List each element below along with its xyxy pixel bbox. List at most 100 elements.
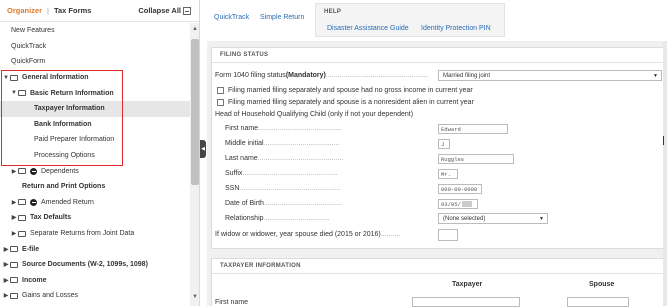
leader-dots: .................................. — [263, 215, 330, 222]
section-title: FILING STATUS — [212, 48, 666, 63]
tree-item-taxpayer-information[interactable]: Taxpayer Information — [0, 100, 190, 117]
caret-right-icon[interactable]: ▶ — [2, 292, 10, 299]
select-value: Married filing joint — [443, 72, 491, 79]
checkbox-row[interactable]: Filing married filing separately and spo… — [217, 99, 474, 106]
field-label: Last name — [225, 155, 258, 162]
main-content: QuickTrack Simple Return HELP Disaster A… — [207, 0, 667, 307]
caret-right-icon[interactable]: ▶ — [10, 214, 18, 221]
tree-scrollbar[interactable]: ▲ ▼ — [190, 23, 199, 306]
suffix-row: Suffix..................................… — [225, 170, 338, 177]
tree-item-label: Paid Preparer Information — [34, 136, 115, 144]
organizer-panel: Organizer | Tax Forms Collapse All New F… — [0, 0, 200, 306]
leader-dots: ....................................... — [263, 140, 340, 147]
chevron-down-icon: ▼ — [653, 73, 658, 79]
tree-item-income[interactable]: ▶ Income — [0, 273, 190, 289]
collapse-all-label: Collapse All — [138, 6, 181, 15]
tab-tax-forms[interactable]: Tax Forms — [54, 6, 91, 15]
tree-item-quickform[interactable]: QuickForm — [0, 54, 190, 70]
tree-item-separate-returns[interactable]: ▶ Separate Returns from Joint Data — [0, 226, 190, 242]
first-name-input[interactable]: Edward — [438, 124, 508, 134]
relationship-row: Relationship............................… — [225, 215, 330, 222]
folder-icon — [10, 277, 18, 284]
checkbox[interactable] — [217, 99, 224, 106]
scroll-down-icon[interactable]: ▼ — [190, 294, 199, 304]
minus-circle-icon — [30, 167, 37, 175]
tree-item-label: Income — [22, 276, 47, 284]
folder-icon — [18, 214, 26, 221]
caret-right-icon[interactable]: ▶ — [10, 199, 18, 206]
widow-year-input[interactable] — [438, 229, 458, 241]
tree-item-general-information[interactable]: ▼ General Information — [0, 70, 190, 86]
tree-item-gains-and-losses[interactable]: ▶ Gains and Losses — [0, 288, 190, 304]
tree-item-label: QuickTrack — [11, 42, 47, 50]
relationship-select[interactable]: (None selected) ▼ — [438, 213, 548, 224]
disaster-assistance-link[interactable]: Disaster Assistance Guide — [327, 25, 409, 32]
dob-input[interactable]: 03/05/ — [438, 199, 478, 209]
help-box: HELP Disaster Assistance Guide Identity … — [315, 3, 505, 37]
select-value: (None selected) — [443, 215, 486, 222]
last-name-row: Last name...............................… — [225, 155, 343, 162]
tree-item-paid-preparer-information[interactable]: Paid Preparer Information — [0, 132, 190, 148]
caret-right-icon[interactable]: ▶ — [10, 168, 18, 175]
tree-item-dependents[interactable]: ▶ Dependents — [0, 163, 190, 179]
scrollbar-thumb[interactable] — [191, 39, 199, 185]
tree-item-basic-return-information[interactable]: ▼ Basic Return Information — [0, 85, 190, 101]
tree-item-label: Bank Information — [34, 120, 92, 128]
caret-right-icon[interactable]: ▶ — [2, 246, 10, 253]
tree-item-label: General Information — [22, 74, 89, 82]
folder-icon — [10, 292, 18, 299]
middle-initial-input[interactable]: J — [438, 139, 450, 149]
content-scrollbar[interactable] — [663, 41, 667, 306]
tree-item-label: Source Documents (W-2, 1099s, 1098) — [22, 261, 148, 269]
caret-right-icon[interactable]: ▶ — [10, 230, 18, 237]
tree-item-quicktrack[interactable]: QuickTrack — [0, 39, 190, 55]
hoh-label: Head of Household Qualifying Child (only… — [215, 111, 414, 118]
caret-right-icon[interactable]: ▶ — [2, 261, 10, 268]
tree-item-bank-information[interactable]: Bank Information — [0, 117, 190, 133]
caret-down-icon[interactable]: ▼ — [10, 90, 18, 96]
simple-return-link[interactable]: Simple Return — [260, 14, 304, 21]
scroll-up-icon[interactable]: ▲ — [190, 26, 199, 36]
text-cursor — [663, 136, 664, 145]
folder-icon — [10, 246, 18, 253]
tree-item-e-file[interactable]: ▶ E-file — [0, 241, 190, 257]
collapse-all-button[interactable]: Collapse All — [138, 6, 191, 15]
last-name-input[interactable]: Ruggles — [438, 154, 514, 164]
tree-item-label: Taxpayer Information — [34, 105, 105, 113]
tab-separator: | — [47, 6, 49, 15]
field-label: SSN — [225, 185, 240, 192]
tab-organizer[interactable]: Organizer — [7, 6, 42, 15]
leader-dots: ........................................ — [263, 200, 342, 207]
collapse-panel-handle[interactable]: ◀ — [200, 140, 206, 158]
checkbox-row[interactable]: Filing married filing separately and spo… — [217, 87, 473, 94]
checkbox[interactable] — [217, 87, 224, 94]
caret-down-icon[interactable]: ▼ — [2, 75, 10, 81]
leader-dots: ........................................… — [258, 125, 342, 132]
suffix-input[interactable]: Mr. — [438, 169, 458, 179]
field-label: Form 1040 filing status — [215, 72, 286, 79]
tree-item-label: Processing Options — [34, 152, 95, 160]
quicktrack-link[interactable]: QuickTrack — [214, 14, 249, 21]
widow-row: If widow or widower, year spouse died (2… — [215, 231, 400, 238]
identity-protection-link[interactable]: Identity Protection PIN — [421, 25, 491, 32]
middle-initial-row: Middle initial..........................… — [225, 140, 339, 147]
tree-item-source-documents[interactable]: ▶ Source Documents (W-2, 1099s, 1098) — [0, 257, 190, 273]
tree-item-processing-options[interactable]: Processing Options — [0, 148, 190, 164]
tree-item-amended-return[interactable]: ▶ Amended Return — [0, 195, 190, 211]
tree-item-label: Basic Return Information — [30, 89, 114, 97]
leader-dots: ........................................… — [257, 155, 344, 162]
filing-status-select[interactable]: Married filing joint ▼ — [438, 70, 662, 81]
tree-item-new-features[interactable]: New Features — [0, 23, 190, 39]
hoh-heading: Head of Household Qualifying Child (only… — [215, 111, 413, 118]
minus-circle-icon — [30, 198, 37, 206]
tree-item-label: QuickForm — [11, 58, 46, 66]
caret-right-icon[interactable]: ▶ — [2, 277, 10, 284]
tree-item-return-and-print-options[interactable]: Return and Print Options — [0, 179, 190, 195]
ssn-input[interactable]: 000-00-0000 — [438, 184, 482, 194]
taxpayer-information-panel: TAXPAYER INFORMATION Taxpayer Spouse Fir… — [211, 258, 667, 307]
tree-item-tax-defaults[interactable]: ▶ Tax Defaults — [0, 210, 190, 226]
tree-item-label: Gains and Losses — [22, 292, 79, 300]
collapse-icon — [183, 6, 191, 15]
leader-dots: ........................................… — [242, 170, 338, 177]
redacted-block — [461, 201, 472, 207]
